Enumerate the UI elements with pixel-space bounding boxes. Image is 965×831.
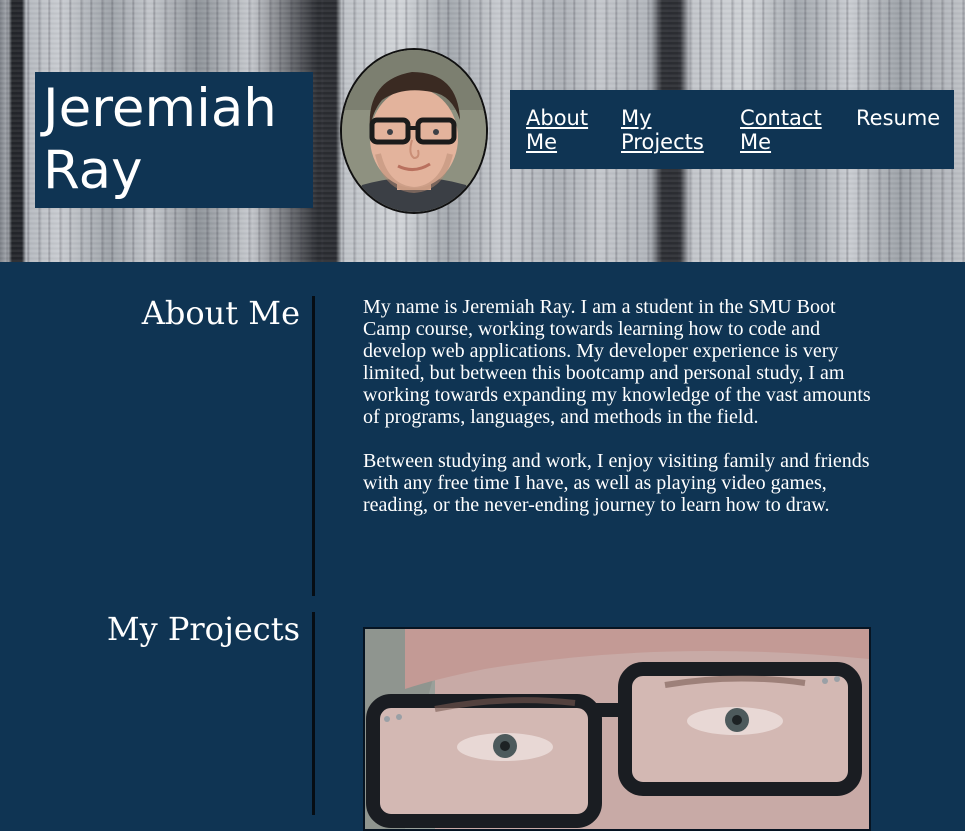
about-content: My name is Jeremiah Ray. I am a student … [363, 296, 873, 538]
nav-about-me[interactable]: About Me [526, 106, 596, 154]
nav-contact-me[interactable]: Contact Me [740, 106, 840, 154]
about-paragraph-2: Between studying and work, I enjoy visit… [363, 450, 870, 516]
projects-divider [312, 612, 315, 815]
about-paragraph-1: My name is Jeremiah Ray. I am a student … [363, 296, 871, 428]
project-image[interactable] [363, 627, 871, 831]
project-photo [365, 629, 869, 829]
name-box: Jeremiah Ray [35, 72, 313, 208]
profile-photo [342, 50, 486, 212]
header-banner: Jeremiah Ray About Me My Projects Contac… [0, 0, 965, 262]
about-heading: About Me [141, 294, 300, 332]
profile-avatar [340, 48, 488, 214]
main-nav: About Me My Projects Contact Me Resume [510, 90, 954, 169]
projects-heading: My Projects [106, 610, 300, 648]
site-title: Jeremiah Ray [43, 78, 277, 201]
nav-resume[interactable]: Resume [856, 106, 951, 130]
nav-my-projects[interactable]: My Projects [621, 106, 721, 154]
about-divider [312, 296, 315, 596]
